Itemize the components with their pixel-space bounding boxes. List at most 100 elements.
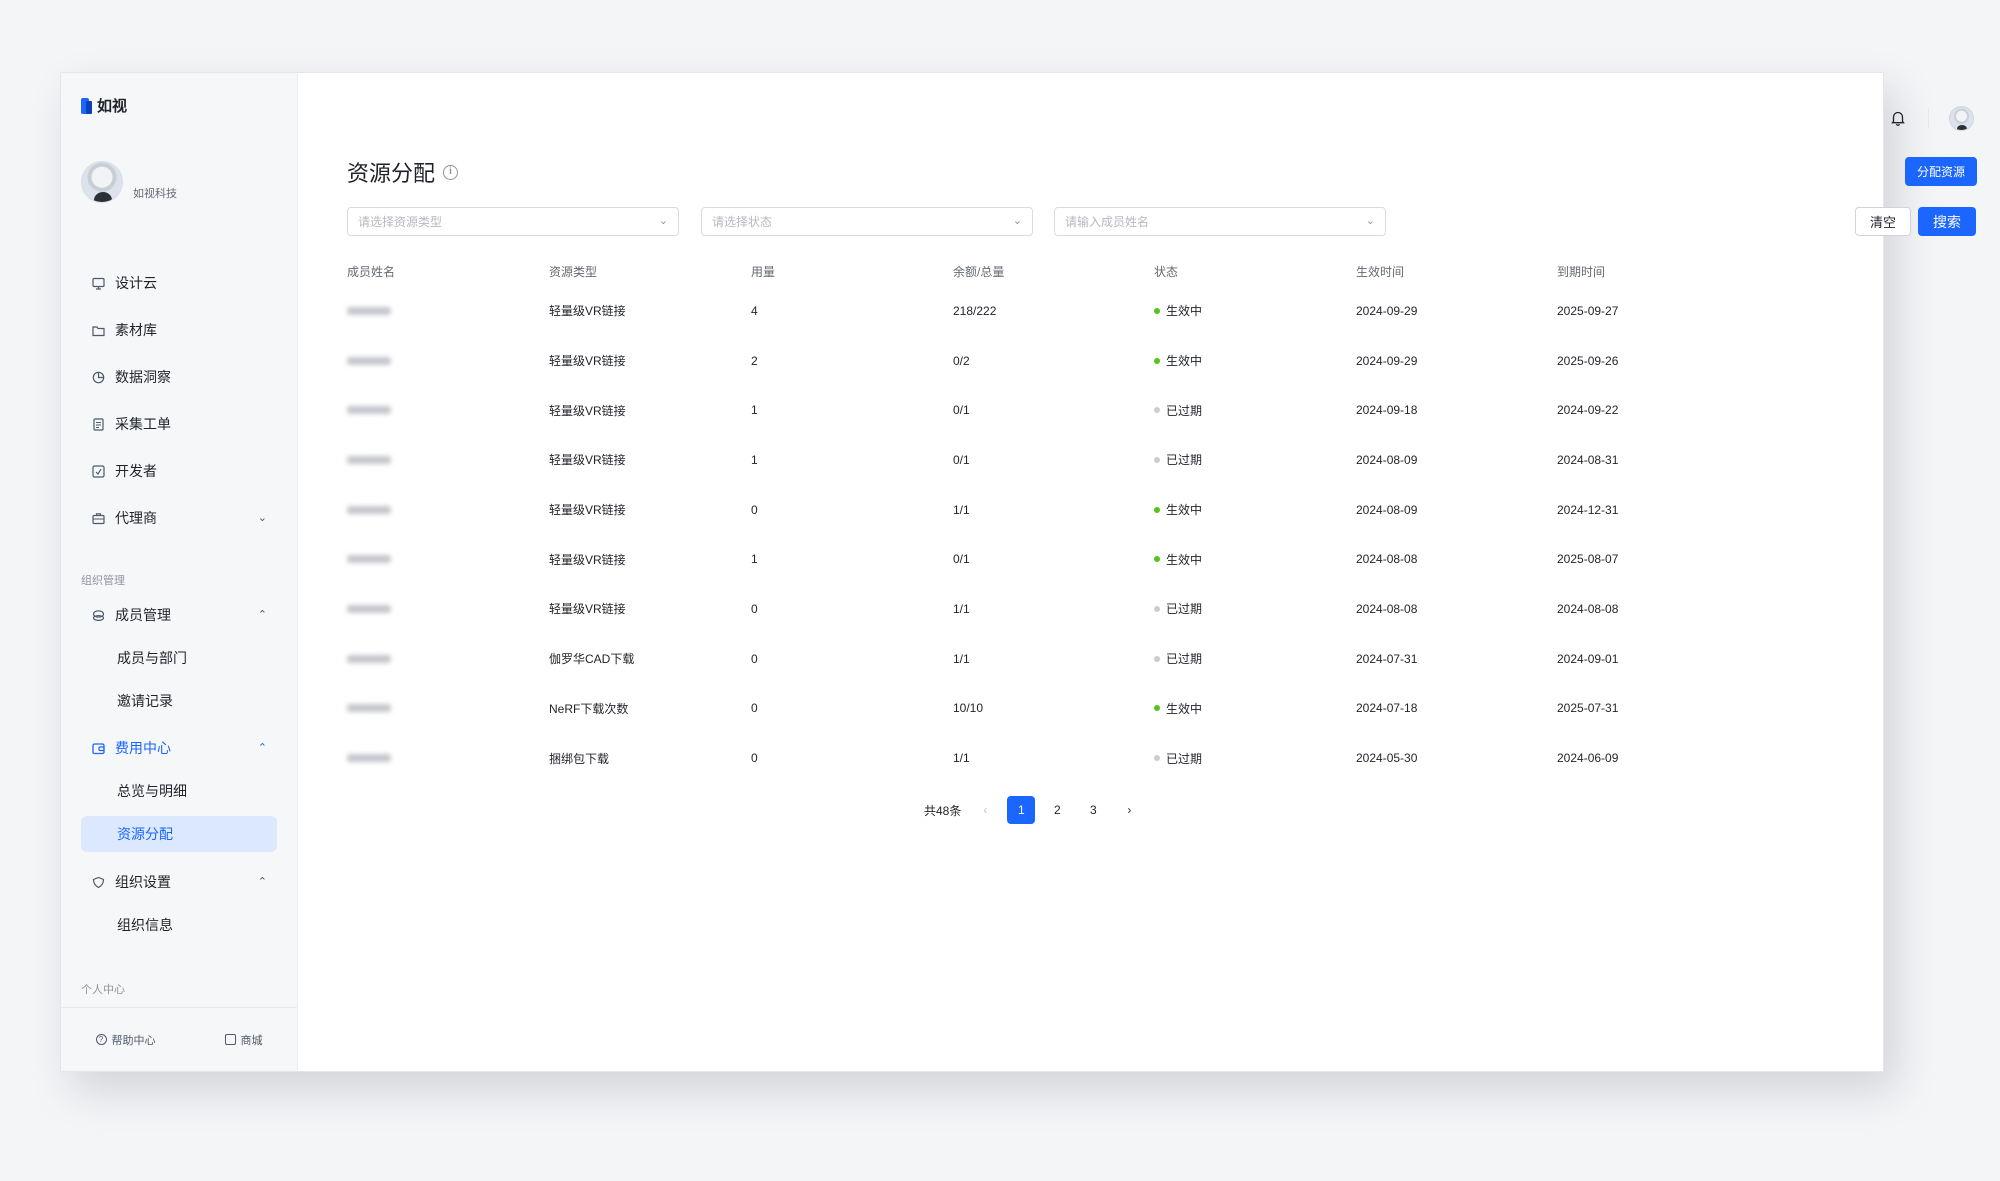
store-link[interactable]: 商城 [224, 1032, 263, 1048]
sidebar-item-resource-allocation[interactable]: 资源分配 [81, 816, 277, 852]
info-icon[interactable]: i [443, 164, 459, 180]
blurred-name [347, 754, 391, 763]
blurred-name [347, 604, 391, 613]
section-label-org: 组织管理 [81, 575, 125, 587]
user-avatar[interactable] [1949, 106, 1974, 131]
balance-cell: 0/2 [953, 353, 970, 368]
sidebar-item-overview-details[interactable]: 总览与明细 [81, 773, 277, 809]
status-text: 已过期 [1166, 652, 1203, 667]
table-row: NeRF下载次数 0 10/10 生效中 2024-07-18 2025-07-31 [347, 684, 1747, 734]
member-name-select[interactable]: 请输入成员姓名 ⌄ [1054, 207, 1386, 236]
sidebar-item-label: 邀请记录 [117, 693, 173, 709]
status-dot [1154, 357, 1160, 364]
usage-cell: 1 [751, 403, 758, 418]
blurred-name [347, 455, 391, 464]
status-cell: 生效中 [1154, 286, 1356, 336]
balance-cell: 1/1 [953, 601, 970, 616]
sidebar-item-developer[interactable]: 开发者 [81, 453, 277, 489]
sidebar-item-insights[interactable]: 数据洞察 [81, 359, 277, 395]
page-title: 资源分配 i [347, 156, 459, 188]
status-text: 已过期 [1166, 751, 1203, 766]
usage-cell: 0 [751, 502, 758, 517]
page-button[interactable]: 2 [1043, 796, 1071, 824]
start-date-cell: 2024-08-09 [1356, 502, 1418, 517]
resource-type-cell: 捆绑包下载 [549, 751, 610, 766]
balance-cell: 1/1 [953, 651, 970, 666]
topbar-divider [1928, 108, 1929, 128]
status-text: 生效中 [1166, 354, 1203, 369]
sidebar-item-label: 成员管理 [115, 607, 171, 623]
sidebar-item-member-management[interactable]: 成员管理 ⌃ [81, 597, 277, 633]
balance-cell: 10/10 [953, 701, 984, 716]
column-header: 到期时间 [1557, 264, 1606, 279]
org-profile[interactable]: 如视科技 [81, 161, 177, 203]
start-date-cell: 2024-08-09 [1356, 452, 1418, 467]
sidebar-item-invite-records[interactable]: 邀请记录 [81, 683, 277, 719]
allocate-resource-button[interactable]: 分配资源 [1905, 157, 1977, 186]
sidebar-item-agent[interactable]: 代理商 ⌄ [81, 500, 277, 536]
table-row: 轻量级VR链接 0 1/1 已过期 2024-08-08 2024-08-08 [347, 584, 1747, 634]
status-cell: 已过期 [1154, 733, 1356, 783]
org-name: 如视科技 [133, 188, 177, 200]
blurred-name [347, 406, 391, 415]
start-date-cell: 2024-09-29 [1356, 303, 1418, 318]
start-date-cell: 2024-07-18 [1356, 701, 1418, 716]
chevron-down-icon: ⌄ [1012, 215, 1022, 227]
start-date-cell: 2024-05-30 [1356, 751, 1418, 766]
sidebar-item-label: 采集工单 [115, 416, 171, 432]
prev-page-button[interactable]: ‹ [971, 796, 999, 824]
usage-cell: 0 [751, 651, 758, 666]
resource-type-select[interactable]: 请选择资源类型 ⌄ [347, 207, 679, 236]
end-date-cell: 2025-08-07 [1557, 552, 1619, 567]
document-icon [91, 417, 105, 431]
sidebar-item-billing-center[interactable]: 费用中心 ⌃ [81, 730, 277, 766]
page-button[interactable]: 3 [1079, 796, 1107, 824]
page-title-text: 资源分配 [347, 161, 436, 186]
help-center-link[interactable]: ? 帮助中心 [95, 1032, 156, 1048]
status-cell: 生效中 [1154, 485, 1356, 535]
status-dot [1154, 556, 1160, 563]
pagination: 共48条 ‹ 1 2 3 › [924, 796, 1151, 824]
sidebar-item-label: 总览与明细 [117, 783, 187, 799]
start-date-cell: 2024-07-31 [1356, 651, 1418, 666]
resource-type-cell: 轻量级VR链接 [549, 354, 626, 369]
sidebar-item-label: 代理商 [115, 510, 157, 526]
clear-button[interactable]: 清空 [1855, 207, 1911, 236]
blurred-name [347, 555, 391, 564]
search-button[interactable]: 搜索 [1918, 207, 1976, 236]
blurred-name [347, 704, 391, 713]
sidebar-item-org-info[interactable]: 组织信息 [81, 907, 277, 943]
table-row: 轻量级VR链接 1 0/1 生效中 2024-08-08 2025-08-07 [347, 534, 1747, 584]
end-date-cell: 2024-12-31 [1557, 502, 1619, 517]
member-name-cell [347, 534, 549, 584]
status-text: 已过期 [1166, 453, 1203, 468]
resource-type-cell: 轻量级VR链接 [549, 403, 626, 418]
code-icon [91, 464, 105, 478]
sidebar-item-assets[interactable]: 素材库 [81, 312, 277, 348]
end-date-cell: 2024-08-08 [1557, 601, 1619, 616]
status-text: 生效中 [1166, 701, 1203, 716]
member-name-cell [347, 435, 549, 485]
next-page-button[interactable]: › [1115, 796, 1143, 824]
pagination-total: 共48条 [924, 803, 962, 818]
member-name-cell [347, 286, 549, 336]
member-name-cell [347, 385, 549, 435]
usage-cell: 2 [751, 353, 758, 368]
table-row: 轻量级VR链接 1 0/1 已过期 2024-09-18 2024-09-22 [347, 385, 1747, 435]
resource-type-cell: 伽罗华CAD下载 [549, 652, 635, 667]
sidebar-item-label: 素材库 [115, 322, 157, 338]
member-name-cell [347, 584, 549, 634]
resource-type-cell: NeRF下载次数 [549, 701, 629, 716]
balance-cell: 1/1 [953, 751, 970, 766]
sidebar-item-work-orders[interactable]: 采集工单 [81, 406, 277, 442]
sidebar-item-org-settings[interactable]: 组织设置 ⌃ [81, 864, 277, 900]
bell-icon[interactable] [1889, 109, 1907, 127]
resource-type-cell: 轻量级VR链接 [549, 602, 626, 617]
usage-cell: 4 [751, 303, 758, 318]
logo[interactable]: 如视 [81, 95, 127, 116]
sidebar-item-members-departments[interactable]: 成员与部门 [81, 640, 277, 676]
page-button[interactable]: 1 [1007, 796, 1036, 824]
status-select[interactable]: 请选择状态 ⌄ [701, 207, 1033, 236]
pie-chart-icon [91, 370, 105, 384]
sidebar-item-design-cloud[interactable]: 设计云 [81, 265, 277, 301]
